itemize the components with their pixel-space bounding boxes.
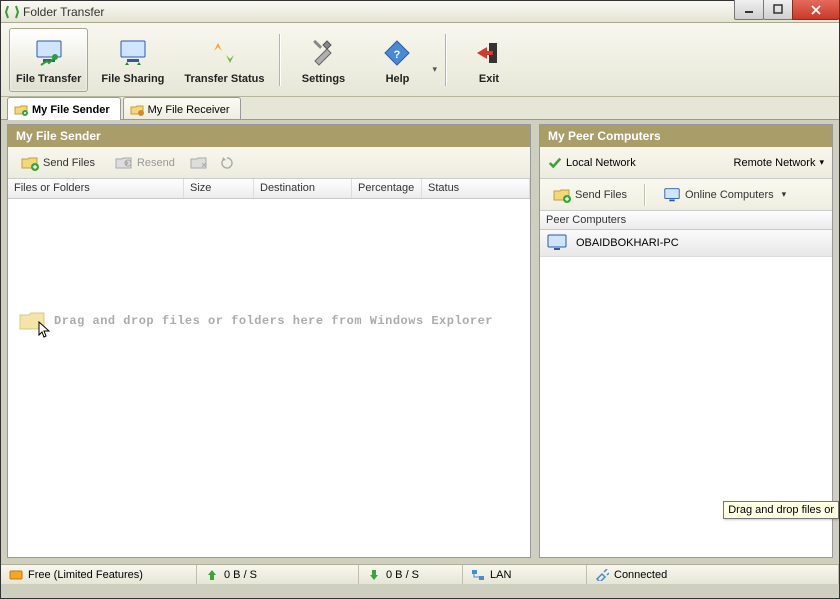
file-sharing-button[interactable]: File Sharing <box>94 28 171 92</box>
peer-send-files-button[interactable]: Send Files <box>546 183 634 207</box>
peer-name: OBAIDBOKHARI-PC <box>576 237 679 249</box>
tab-my-file-receiver[interactable]: My File Receiver <box>123 97 241 119</box>
peer-computers-panel: My Peer Computers Local Network Remote N… <box>539 124 833 558</box>
col-percentage[interactable]: Percentage <box>352 179 422 198</box>
local-network-option[interactable]: Local Network <box>548 156 636 170</box>
remove-button[interactable] <box>188 152 210 174</box>
network-selector: Local Network Remote Network ▾ <box>540 147 832 179</box>
col-size[interactable]: Size <box>184 179 254 198</box>
resend-button[interactable]: Resend <box>108 151 182 175</box>
send-files-button[interactable]: Send Files <box>14 151 102 175</box>
peer-list-header: Peer Computers <box>540 211 832 230</box>
chevron-down-icon: ▾ <box>819 157 824 168</box>
col-status[interactable]: Status <box>422 179 530 198</box>
main-toolbar: File Transfer File Sharing Transfer Stat… <box>1 23 839 97</box>
maximize-button[interactable] <box>763 0 793 20</box>
folder-plus-icon <box>21 154 39 172</box>
transfer-status-button[interactable]: Transfer Status <box>177 28 271 92</box>
file-transfer-button[interactable]: File Transfer <box>9 28 88 92</box>
file-drop-area[interactable]: Drag and drop files or folders here from… <box>8 199 530 557</box>
monitor-transfer-icon <box>33 37 65 69</box>
status-edition: Free (Limited Features) <box>1 565 197 584</box>
close-button[interactable] <box>792 0 840 20</box>
content-area: My File Sender Send Files Resend <box>1 120 839 564</box>
panel-title: My File Sender <box>8 125 530 147</box>
status-network: LAN <box>463 565 587 584</box>
peer-toolbar: Send Files Online Computers ▾ <box>540 179 832 211</box>
drop-hint: Drag and drop files or folders here from… <box>18 309 493 333</box>
status-download-rate: 0 B / S <box>359 565 463 584</box>
online-computers-dropdown[interactable]: Online Computers ▾ <box>656 183 793 207</box>
folder-plus-icon <box>553 186 571 204</box>
remote-network-dropdown[interactable]: Remote Network ▾ <box>734 157 824 169</box>
separator <box>279 34 281 86</box>
plug-icon <box>595 568 609 582</box>
status-upload-rate: 0 B / S <box>197 565 359 584</box>
settings-icon <box>307 37 339 69</box>
upload-icon <box>205 568 219 582</box>
help-icon: ? <box>381 37 413 69</box>
col-destination[interactable]: Destination <box>254 179 352 198</box>
monitor-share-icon <box>117 37 149 69</box>
refresh-button[interactable] <box>216 152 238 174</box>
sender-toolbar: Send Files Resend <box>8 147 530 179</box>
title-bar: Folder Transfer <box>1 1 839 23</box>
folder-remove-icon <box>190 154 208 172</box>
transfer-status-icon <box>208 37 240 69</box>
tab-my-file-sender[interactable]: My File Sender <box>7 97 121 119</box>
exit-button[interactable]: Exit <box>455 28 523 92</box>
monitor-icon <box>663 186 681 204</box>
folder-receive-icon <box>130 103 144 117</box>
edition-icon <box>9 568 23 582</box>
my-file-sender-panel: My File Sender Send Files Resend <box>7 124 531 558</box>
panel-title: My Peer Computers <box>540 125 832 147</box>
col-files[interactable]: Files or Folders <box>8 179 184 198</box>
exit-icon <box>473 37 505 69</box>
chevron-down-icon[interactable]: ▾ <box>432 64 437 75</box>
peer-computer-item[interactable]: OBAIDBOKHARI-PC <box>540 230 832 257</box>
column-header: Files or Folders Size Destination Percen… <box>8 179 530 199</box>
status-bar: Free (Limited Features) 0 B / S 0 B / S … <box>1 564 839 584</box>
tooltip: Drag and drop files or <box>723 501 839 519</box>
separator <box>445 34 447 86</box>
svg-text:?: ? <box>394 49 401 61</box>
monitor-icon <box>546 234 568 252</box>
check-icon <box>548 156 562 170</box>
download-icon <box>367 568 381 582</box>
minimize-button[interactable] <box>734 0 764 20</box>
separator <box>644 184 646 206</box>
settings-button[interactable]: Settings <box>289 28 357 92</box>
status-connection: Connected <box>587 565 839 584</box>
refresh-icon <box>218 154 236 172</box>
cursor-icon <box>38 321 52 342</box>
tab-strip: My File Sender My File Receiver <box>1 97 839 120</box>
help-button[interactable]: ? Help <box>363 28 431 92</box>
folder-send-icon <box>14 103 28 117</box>
lan-icon <box>471 568 485 582</box>
app-icon <box>5 5 19 19</box>
window-title: Folder Transfer <box>23 5 104 19</box>
window-controls <box>735 0 840 20</box>
chevron-down-icon: ▾ <box>782 189 787 200</box>
resend-icon <box>115 154 133 172</box>
